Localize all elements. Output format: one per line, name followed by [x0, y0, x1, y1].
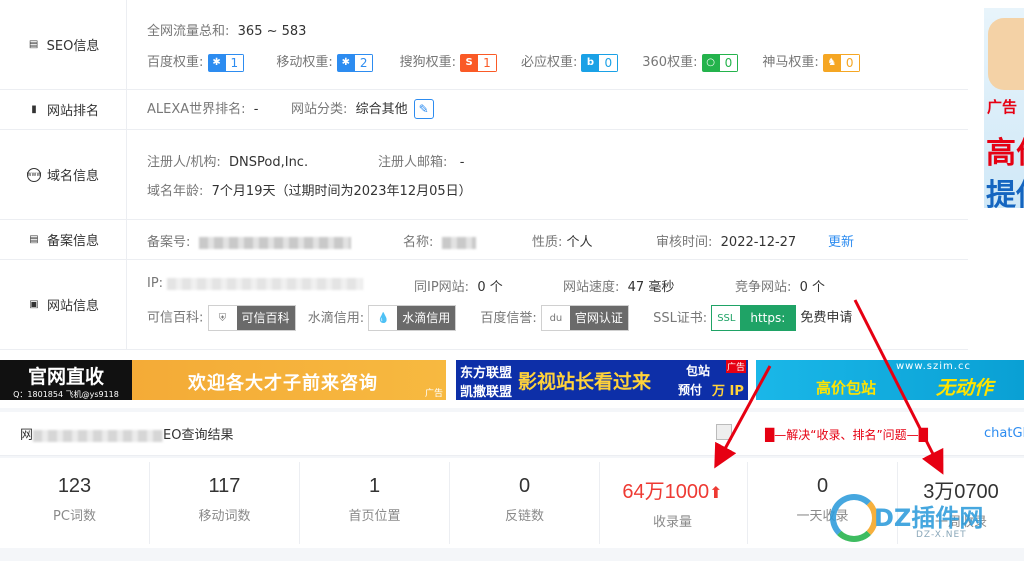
red-arrow-right	[853, 299, 944, 475]
annotation-arrows	[714, 299, 944, 475]
watermark-text: DZ插件网	[874, 504, 984, 532]
watermark: DZ插件网 DZ-X.NET	[820, 492, 1024, 552]
watermark-sub: DZ-X.NET	[916, 530, 967, 540]
red-arrow-left	[714, 365, 772, 469]
dz-logo-icon	[830, 494, 878, 542]
